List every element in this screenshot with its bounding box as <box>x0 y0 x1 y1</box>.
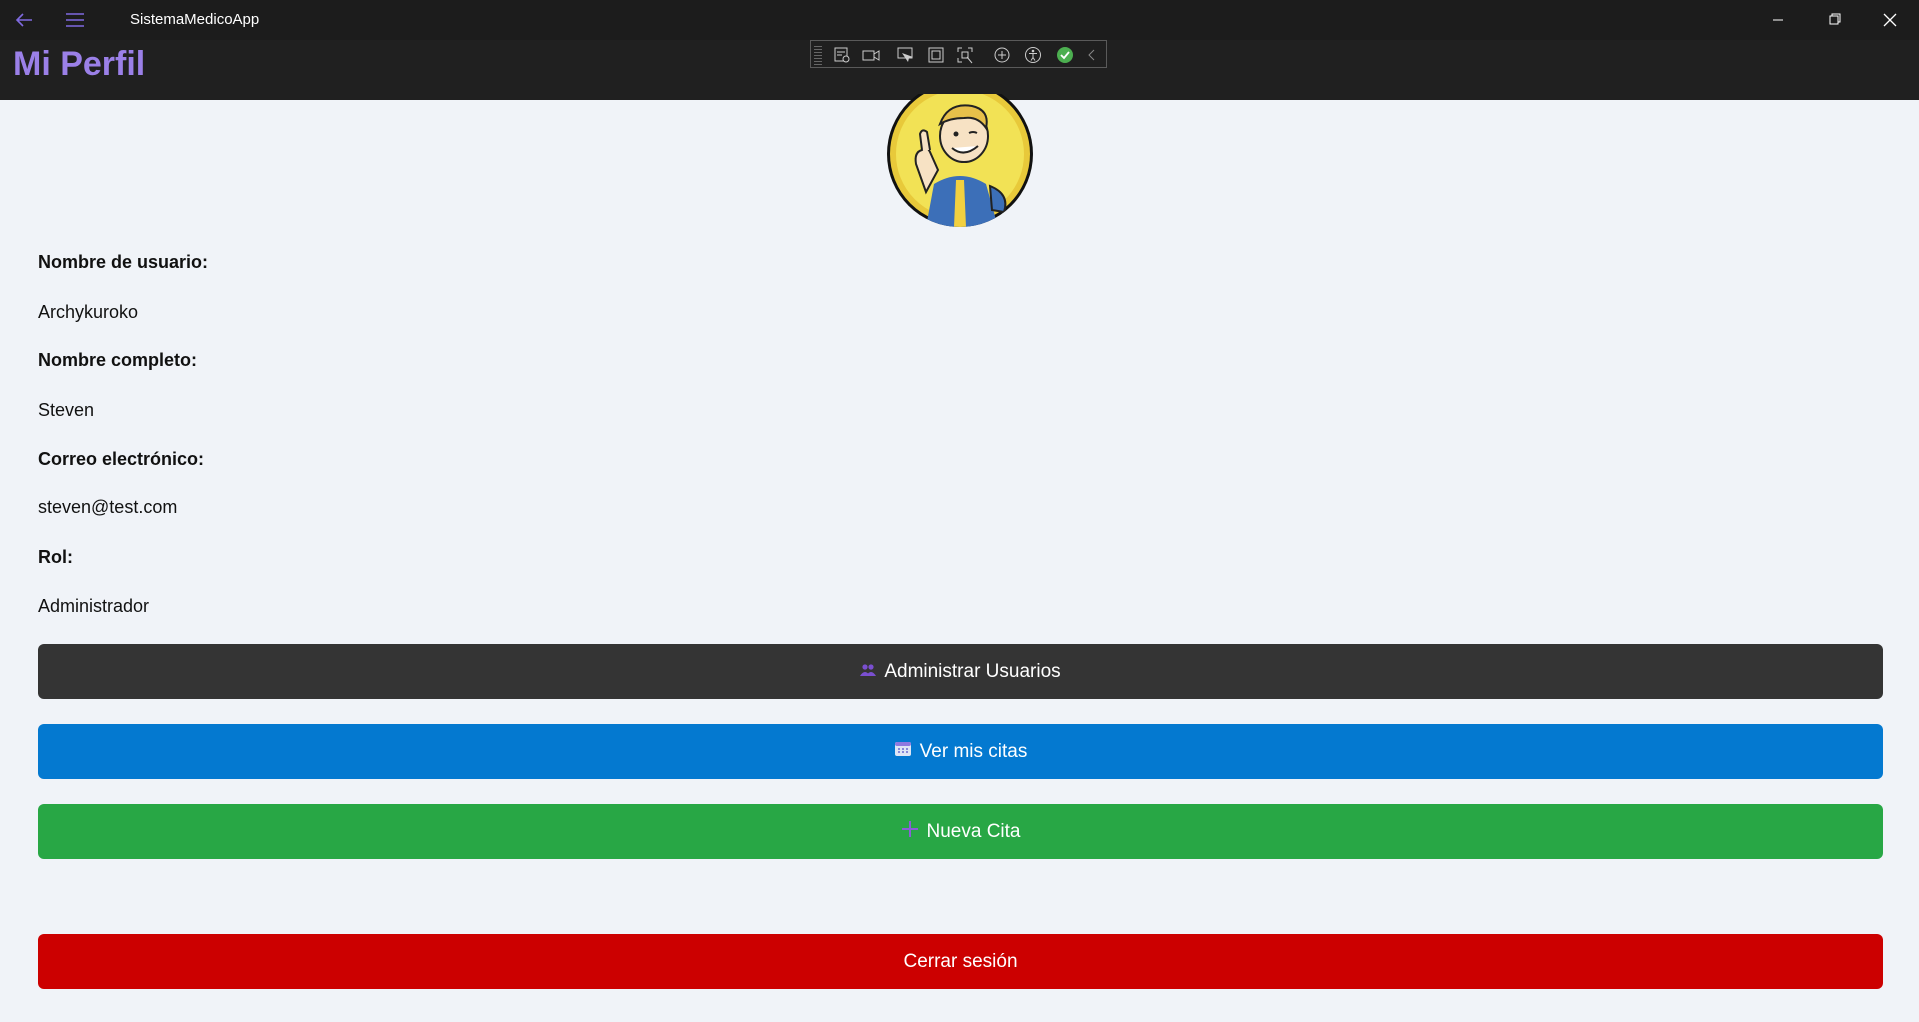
calendar-icon <box>894 740 912 763</box>
hamburger-menu-icon[interactable] <box>62 8 88 32</box>
minimize-icon[interactable] <box>1758 6 1798 34</box>
page-title: Mi Perfil <box>13 45 146 83</box>
fullname-label: Nombre completo: <box>38 350 198 370</box>
role-label: Rol: <box>38 547 73 567</box>
xaml-debug-toolbar <box>810 40 1107 68</box>
back-arrow-icon[interactable] <box>12 8 36 32</box>
avatar <box>886 81 1034 227</box>
users-icon <box>860 661 877 683</box>
email-value: steven@test.com <box>38 497 178 517</box>
admin-users-button[interactable]: Administrar Usuarios <box>38 644 1883 699</box>
admin-users-label: Administrar Usuarios <box>884 660 1061 682</box>
display-layout-adorners-icon[interactable] <box>927 46 945 64</box>
username-value: Archykuroko <box>38 302 139 322</box>
live-visual-tree-icon[interactable] <box>833 46 851 64</box>
record-icon[interactable] <box>862 46 880 64</box>
plus-icon <box>901 820 919 844</box>
fullname-value: Steven <box>38 400 95 420</box>
email-label: Correo electrónico: <box>38 449 205 469</box>
select-element-icon[interactable] <box>896 46 914 64</box>
app-title: SistemaMedicoApp <box>130 11 260 28</box>
toolbar-grip[interactable] <box>814 45 822 65</box>
page-header: Mi Perfil <box>0 40 1919 100</box>
new-appointment-label: Nueva Cita <box>926 820 1021 842</box>
role-value: Administrador <box>38 596 150 616</box>
restore-icon[interactable] <box>1814 6 1854 34</box>
accessibility-icon[interactable] <box>1024 46 1042 64</box>
my-appointments-button[interactable]: Ver mis citas <box>38 724 1883 779</box>
track-focus-icon[interactable] <box>956 46 974 64</box>
collapse-icon[interactable] <box>1083 46 1101 64</box>
binding-failures-icon[interactable] <box>993 46 1011 64</box>
new-appointment-button[interactable]: Nueva Cita <box>38 804 1883 859</box>
check-icon[interactable] <box>1056 46 1074 64</box>
logout-label: Cerrar sesión <box>903 950 1018 972</box>
close-icon[interactable] <box>1870 6 1910 34</box>
my-appointments-label: Ver mis citas <box>919 740 1028 762</box>
logout-button[interactable]: Cerrar sesión <box>38 934 1883 989</box>
title-bar: SistemaMedicoApp <box>0 0 1919 40</box>
username-label: Nombre de usuario: <box>38 252 209 272</box>
